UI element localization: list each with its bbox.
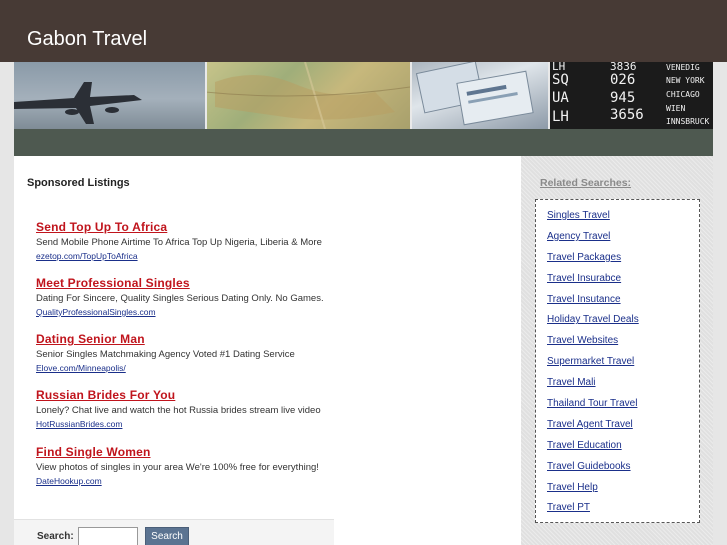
related-search-link[interactable]: Travel Packages [547,252,621,263]
board-code: SQ [552,72,569,88]
related-searches-box: Singles Travel Agency Travel Travel Pack… [535,199,700,523]
board-number: 3656 [610,107,644,123]
related-searches-heading[interactable]: Related Searches: [540,177,631,189]
board-code: LH [552,109,569,125]
sidebar: Related Searches: Singles Travel Agency … [521,156,713,545]
board-number: 026 [610,72,635,88]
board-code: UA [552,90,569,106]
airplane-photo [14,62,205,129]
related-search-link[interactable]: Supermarket Travel [547,356,634,367]
board-city: INNSBRUCK [666,117,710,126]
map-photo [205,62,410,129]
search-button[interactable]: Search [145,527,189,545]
listing-item: Dating Senior Man Senior Singles Matchma… [36,332,356,373]
airplane-icon [14,82,142,124]
listing-description: Dating For Sincere, Quality Singles Seri… [36,293,324,304]
ticket-icon [415,62,534,126]
related-search-link[interactable]: Travel Websites [547,335,618,346]
departure-board: LH 3836 VENEDIG SQ 026 NEW YORK UA 945 C… [548,62,713,129]
page: Gabon Travel LH 3836 VENEDIG SQ 026 NEW … [0,0,727,545]
board-city: CHICAGO [666,90,700,99]
banner-divider [410,62,412,129]
left-gutter [0,0,14,545]
related-search-link[interactable]: Thailand Tour Travel [547,398,637,409]
related-search-link[interactable]: Travel Insutance [547,294,621,305]
related-search-link[interactable]: Travel Mali [547,377,596,388]
related-search-link[interactable]: Travel Agent Travel [547,419,633,430]
sponsored-heading: Sponsored Listings [27,177,130,189]
search-bar: Search: Search [14,519,334,545]
banner-divider [205,62,207,129]
tickets-photo [410,62,548,129]
nav-bar [14,129,713,156]
related-search-link[interactable]: Holiday Travel Deals [547,314,639,325]
map-icon [205,62,410,129]
listing-item: Meet Professional Singles Dating For Sin… [36,276,356,317]
main-content: Sponsored Listings Send Top Up To Africa… [14,156,521,545]
related-search-link[interactable]: Singles Travel [547,210,610,221]
related-search-link[interactable]: Travel Help [547,482,598,493]
search-input[interactable] [78,527,138,545]
listing-item: Find Single Women View photos of singles… [36,445,356,486]
listing-title-link[interactable]: Russian Brides For You [36,388,356,402]
listing-title-link[interactable]: Dating Senior Man [36,332,356,346]
listing-description: View photos of singles in your area We'r… [36,462,319,473]
related-search-link[interactable]: Agency Travel [547,231,610,242]
departure-board-photo: LH 3836 VENEDIG SQ 026 NEW YORK UA 945 C… [548,62,713,129]
listing-url-link[interactable]: QualityProfessionalSingles.com [36,307,356,317]
related-search-link[interactable]: Travel Guidebooks [547,461,631,472]
listing-title-link[interactable]: Meet Professional Singles [36,276,356,290]
related-search-link[interactable]: Travel PT [547,502,590,513]
right-gutter [713,0,727,545]
listing-description: Lonely? Chat live and watch the hot Russ… [36,405,321,416]
site-header: Gabon Travel [0,0,727,62]
listing-url-link[interactable]: HotRussianBrides.com [36,419,356,429]
listing-item: Send Top Up To Africa Send Mobile Phone … [36,220,356,261]
listing-url-link[interactable]: Elove.com/Minneapolis/ [36,363,356,373]
board-city: NEW YORK [666,76,705,85]
listing-title-link[interactable]: Send Top Up To Africa [36,220,356,234]
listing-description: Send Mobile Phone Airtime To Africa Top … [36,237,322,248]
listing-item: Russian Brides For You Lonely? Chat live… [36,388,356,429]
banner-image: LH 3836 VENEDIG SQ 026 NEW YORK UA 945 C… [14,62,713,129]
board-city: WIEN [666,104,685,113]
listing-description: Senior Singles Matchmaking Agency Voted … [36,349,295,360]
listing-url-link[interactable]: ezetop.com/TopUpToAfrica [36,251,356,261]
listing-url-link[interactable]: DateHookup.com [36,476,356,486]
board-city: VENEDIG [666,63,700,72]
banner-divider [548,62,550,129]
board-number: 945 [610,90,635,106]
site-title[interactable]: Gabon Travel [27,28,147,51]
related-search-link[interactable]: Travel Education [547,440,622,451]
listing-title-link[interactable]: Find Single Women [36,445,356,459]
search-label: Search: [37,531,74,542]
related-search-link[interactable]: Travel Insurabce [547,273,621,284]
